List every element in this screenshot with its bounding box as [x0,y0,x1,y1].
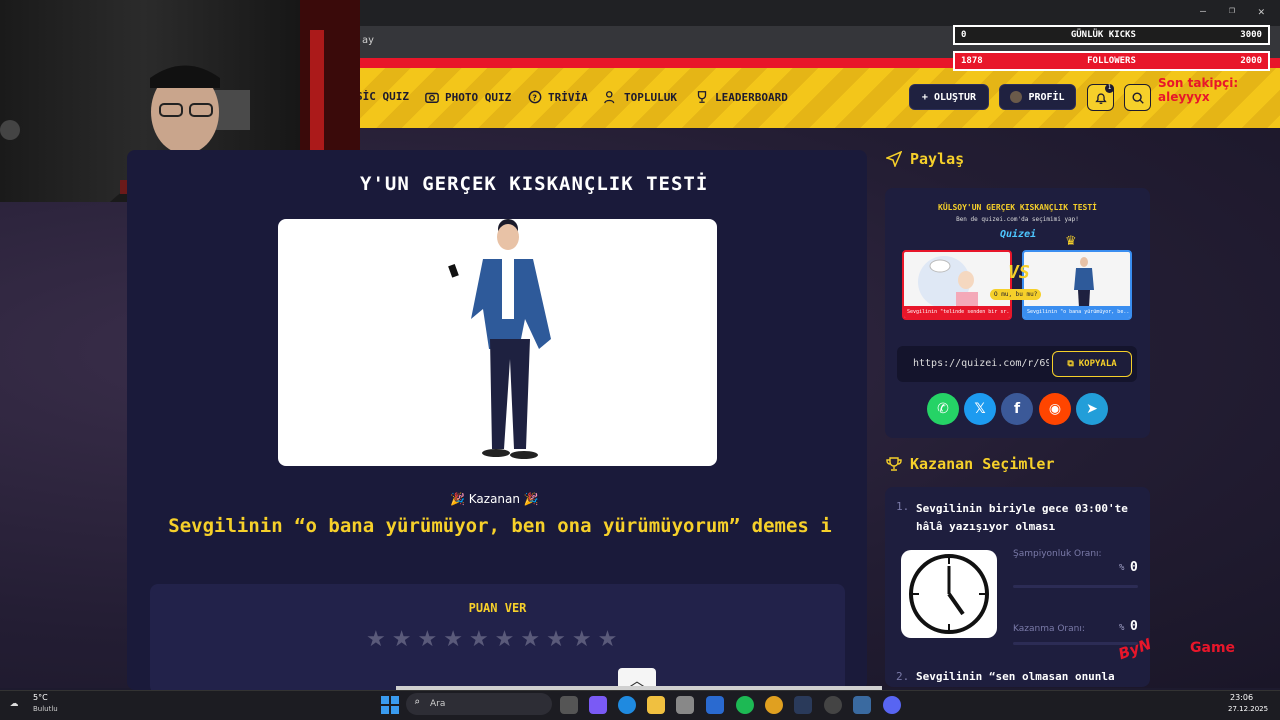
clock-time[interactable]: 23:06 [1230,693,1253,702]
star-icon[interactable]: ★ [417,627,437,652]
restore-icon[interactable]: ❐ [1229,5,1235,16]
share-url-input[interactable]: https://quizei.com/r/69! [913,358,1049,369]
nav-community[interactable]: TOPLULUK [604,90,677,104]
win-rate-value: 0 [1130,619,1138,634]
winner-item-text: Sevgilinin “sen olmasan onunla [916,670,1115,683]
svg-text:?: ? [532,94,537,103]
star-icon[interactable]: ★ [469,627,489,652]
vs-badge: VS [1008,262,1030,283]
whatsapp-icon[interactable]: ✆ [927,393,959,425]
file-explorer-icon[interactable] [647,696,665,714]
telegram-icon[interactable]: ➤ [1076,393,1108,425]
weather-icon[interactable]: ☁ [10,694,18,710]
chrome-icon[interactable] [765,696,783,714]
reddit-icon[interactable]: ◉ [1039,393,1071,425]
trophy-icon [697,91,707,103]
preview-brand: Quizei [1000,229,1037,240]
taskbar [0,690,1280,720]
copy-icon: ⧉ [1067,359,1074,369]
champion-rate-label: Şampiyonluk Oranı: [1013,549,1102,559]
minimize-icon[interactable]: — [1200,6,1206,17]
share-heading: Paylaş [886,150,964,168]
win-rate-percent: % [1119,623,1125,633]
star-icon[interactable]: ★ [443,627,463,652]
profile-button[interactable]: PROFİL [999,84,1076,110]
store-icon[interactable] [676,696,694,714]
start-icon[interactable] [381,696,399,714]
plus-icon: + [921,91,928,103]
notification-button[interactable]: 1 [1087,84,1114,111]
nav-leaderboard[interactable]: LEADERBOARD [695,90,788,104]
winner-label: 🎉 Kazanan 🎉 [450,492,539,506]
winner-rank: 1. [896,500,910,513]
app-icon[interactable] [853,696,871,714]
star-icon[interactable]: ★ [520,627,540,652]
nav-photo-quiz[interactable]: PHOTO QUIZ [425,90,511,104]
rating-title: PUAN VER [468,601,527,615]
search-button[interactable] [1124,84,1151,111]
weather-desc[interactable]: Bulutlu [33,705,58,713]
notification-badge: 1 [1105,84,1114,93]
star-icon[interactable]: ★ [366,627,386,652]
nav-trivia[interactable]: ? TRİVİA [528,90,588,104]
facebook-icon[interactable]: f [1001,393,1033,425]
win-rate-label: Kazanma Oranı: [1013,624,1085,634]
weather-temp[interactable]: 5°C [33,693,48,702]
close-icon[interactable]: ✕ [1258,5,1265,18]
preview-title: KÜLSOY'UN GERÇEK KISKANÇLIK TESTİ [938,203,1097,212]
winner-rank: 2. [896,670,910,683]
trophy-icon [886,457,902,471]
winner-clock-image [901,550,997,638]
star-icon[interactable]: ★ [572,627,592,652]
star-rating[interactable]: ★ ★ ★ ★ ★ ★ ★ ★ ★ ★ [366,627,617,652]
users-icon [604,91,615,104]
preview-caption-right: Sevgilinin "o bana yürümüyor, be... [1024,306,1130,318]
winner-text: Sevgilinin “o bana yürümüyor, ben ona yü… [168,515,832,537]
create-button[interactable]: + OLUŞTUR [909,84,989,110]
winners-heading: Kazanan Seçimler [886,455,1055,473]
quiz-title: Y'UN GERÇEK KISKANÇLIK TESTİ [360,173,709,195]
send-icon [886,151,902,167]
or-badge: O mu, bu mu? [990,289,1042,300]
preview-card-right: Sevgilinin "o bana yürümüyor, be... [1022,250,1132,320]
preview-card-left: Sevgilinin "telinde senden bir sr... [902,250,1012,320]
search-icon [1131,91,1144,104]
bell-icon [1094,92,1107,104]
kicks-goal-bar: 0 GÜNLÜK KICKS 3000 [953,25,1270,45]
champion-rate-bar [1013,585,1138,588]
followers-goal-bar: 1878 FOLLOWERS 2000 [953,51,1270,71]
clock-date[interactable]: 27.12.2025 [1228,705,1268,713]
channel-watermark: Game [1190,640,1236,656]
address-text[interactable]: ay [362,35,374,46]
copilot-icon[interactable] [589,696,607,714]
copy-button[interactable]: ⧉ KOPYALA [1052,351,1132,377]
champion-rate-value: 0 [1130,560,1138,575]
task-view-icon[interactable] [560,696,578,714]
preview-subtitle: Ben de quizei.com'da seçimimi yap! [956,216,1079,223]
nav-music-quiz[interactable]: SİC QUIZ [356,90,409,103]
winner-item-text: Sevgilinin biriyle gece 03:00'te hâlâ ya… [916,502,1128,533]
mail-icon[interactable] [706,696,724,714]
camera-icon [425,92,439,103]
search-icon: ⌕ [414,697,421,708]
taskbar-search[interactable]: Ara [406,693,552,715]
spotify-icon[interactable] [736,696,754,714]
star-icon[interactable]: ★ [392,627,412,652]
star-icon[interactable]: ★ [598,627,618,652]
question-icon: ? [528,90,542,104]
crown-icon: ♛ [1066,230,1076,249]
last-follower-text: Son takipçi: aleyyyx [1158,76,1239,104]
edge-icon[interactable] [618,696,636,714]
obs-icon[interactable] [824,696,842,714]
winner-image [278,219,717,466]
x-icon[interactable]: 𝕏 [964,393,996,425]
star-icon[interactable]: ★ [546,627,566,652]
champion-rate-percent: % [1119,563,1125,573]
avatar [1010,91,1023,103]
discord-icon[interactable] [883,696,901,714]
steam-icon[interactable] [794,696,812,714]
star-icon[interactable]: ★ [495,627,515,652]
preview-caption-left: Sevgilinin "telinde senden bir sr... [904,306,1010,318]
